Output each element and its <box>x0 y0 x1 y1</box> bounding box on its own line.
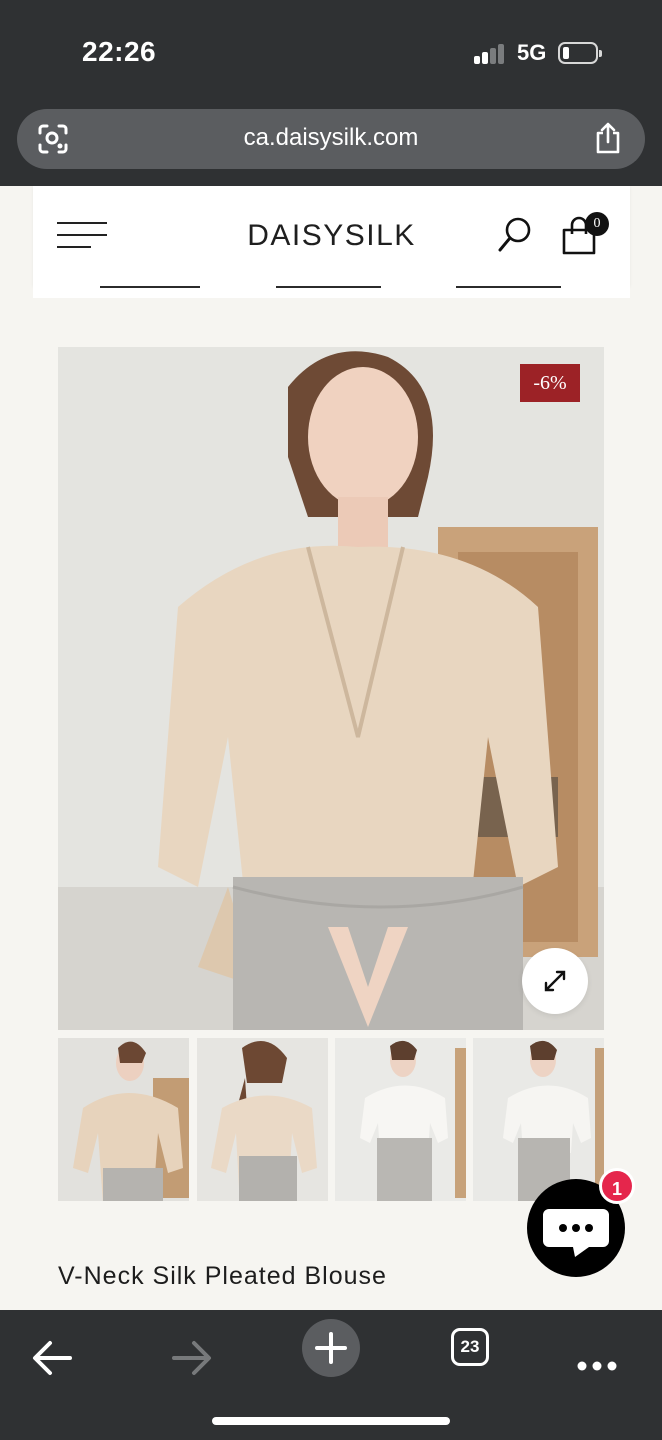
site-header: DAISYSILK 0 <box>33 186 630 286</box>
network-type: 5G <box>517 40 547 65</box>
new-tab-icon[interactable] <box>301 1318 361 1378</box>
home-indicator[interactable] <box>212 1417 450 1425</box>
tabs-button[interactable]: 23 <box>451 1328 489 1366</box>
search-icon[interactable] <box>497 216 533 254</box>
nav-tab-indicator <box>100 286 200 288</box>
cart-count-badge: 0 <box>585 212 609 236</box>
battery-icon <box>558 42 602 64</box>
product-main-image[interactable] <box>58 347 604 1030</box>
signal-icon <box>474 44 506 64</box>
thumbnail-photo <box>335 1038 466 1201</box>
product-thumbnail[interactable] <box>197 1038 328 1201</box>
address-bar[interactable]: ca.daisysilk.com <box>17 109 645 169</box>
forward-arrow-icon[interactable] <box>170 1328 214 1388</box>
status-time: 22:26 <box>82 36 157 67</box>
back-arrow-icon[interactable] <box>30 1328 74 1388</box>
nav-tab-indicator <box>456 286 561 288</box>
model-photo <box>58 347 604 1030</box>
product-thumbnail[interactable] <box>335 1038 466 1201</box>
nav-tab-indicator <box>276 286 381 288</box>
product-thumbnail[interactable] <box>58 1038 189 1201</box>
url-text[interactable]: ca.daisysilk.com <box>17 124 645 152</box>
thumbnail-photo <box>473 1038 604 1201</box>
web-page: DAISYSILK 0 -6% V-Neck Silk Pleated Blou… <box>0 186 662 1310</box>
share-icon[interactable] <box>593 121 623 155</box>
expand-icon <box>544 970 566 992</box>
zoom-button[interactable] <box>522 948 588 1014</box>
discount-badge: -6% <box>520 364 580 402</box>
chat-unread-badge: 1 <box>599 1168 635 1204</box>
site-logo[interactable]: DAISYSILK <box>33 219 630 253</box>
product-title: V-Neck Silk Pleated Blouse <box>58 1262 387 1290</box>
thumbnail-photo <box>197 1038 328 1201</box>
more-menu-icon[interactable] <box>576 1336 618 1396</box>
product-thumbnail[interactable] <box>473 1038 604 1201</box>
thumbnail-photo <box>58 1038 189 1201</box>
